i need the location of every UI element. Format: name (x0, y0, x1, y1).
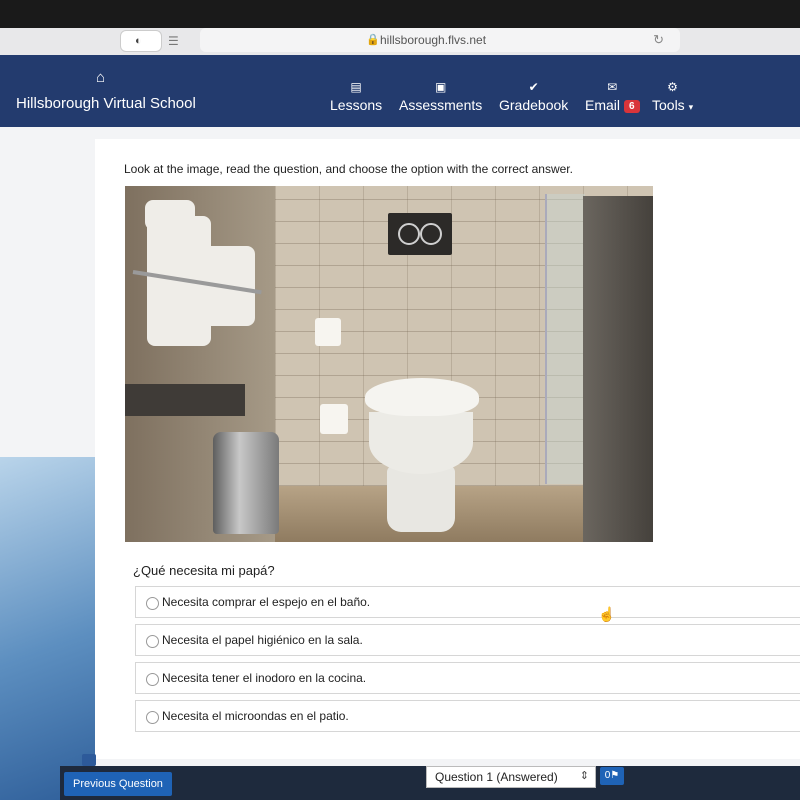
answer-option[interactable]: Necesita el papel higiénico en la sala. (135, 624, 800, 656)
option-label: Necesita tener el inodoro en la cocina. (162, 671, 367, 685)
question-select[interactable]: Question 1 (Answered) ⇕ (426, 766, 596, 788)
answer-option[interactable]: Necesita comprar el espejo en el baño. (135, 586, 800, 618)
nav-gradebook-label: Gradebook (499, 97, 569, 113)
radio-button[interactable] (146, 597, 159, 610)
nav-tools[interactable]: ⚙ Tools ▾ (652, 77, 693, 113)
shield-icon: ◐ (135, 35, 142, 47)
book-icon: ▤ (350, 80, 362, 94)
toilet-paper-roll (315, 318, 341, 346)
toilet-paper-roll (320, 404, 348, 434)
radio-button[interactable] (146, 635, 159, 648)
site-navbar: ⌂ Hillsborough Virtual School ▤ Lessons … (0, 55, 800, 127)
flush-plate (388, 213, 452, 255)
flag-icon: ⚑ (610, 770, 620, 781)
home-icon[interactable]: ⌂ (96, 69, 105, 86)
previous-question-button[interactable]: Previous Question (64, 772, 172, 796)
select-arrows-icon: ⇕ (579, 770, 589, 782)
gear-icon: ⚙ (667, 80, 678, 94)
school-name[interactable]: Hillsborough Virtual School (16, 95, 196, 112)
address-bar[interactable]: 🔒 hillsborough.flvs.net ↻ (200, 28, 680, 52)
door (583, 196, 653, 542)
nav-email[interactable]: ✉ Email 6 (585, 77, 640, 113)
toilet-bowl (369, 412, 473, 474)
shower-glass (545, 194, 585, 484)
background-graphic (0, 457, 95, 800)
toilet-base (387, 466, 455, 532)
answer-option[interactable]: Necesita el microondas en el patio. (135, 700, 800, 732)
email-count-badge: 6 (624, 100, 640, 113)
question-text: ¿Qué necesita mi papá? (133, 563, 275, 578)
chevron-down-icon: ▾ (688, 102, 694, 112)
radio-button[interactable] (146, 673, 159, 686)
nav-assessments-label: Assessments (399, 97, 483, 113)
privacy-button[interactable]: ◐ (120, 30, 162, 52)
option-label: Necesita el papel higiénico en la sala. (162, 633, 363, 647)
nav-lessons-label: Lessons (330, 97, 383, 113)
scroll-tab[interactable] (82, 754, 96, 766)
flag-button[interactable]: 0⚑ (600, 767, 624, 785)
towel (145, 200, 195, 230)
answer-option[interactable]: Necesita tener el inodoro en la cocina. (135, 662, 800, 694)
lock-icon: 🔒 (366, 34, 380, 46)
nav-tools-label: Tools (652, 97, 685, 113)
nav-gradebook[interactable]: ✔ Gradebook (499, 77, 568, 113)
check-icon: ✔ (528, 80, 539, 94)
toilet-lid (365, 378, 479, 416)
url-text: hillsborough.flvs.net (380, 33, 487, 47)
bathroom-image (125, 186, 653, 542)
reader-icon[interactable]: ☰ (168, 34, 179, 48)
radio-button[interactable] (146, 711, 159, 724)
envelope-icon: ✉ (607, 80, 618, 94)
nav-assessments[interactable]: ▣ Assessments (399, 77, 482, 113)
shelf (125, 384, 245, 416)
inbox-icon: ▣ (434, 80, 447, 94)
trash-bin (213, 432, 279, 534)
reload-icon[interactable]: ↻ (653, 32, 664, 48)
option-label: Necesita el microondas en el patio. (162, 709, 349, 723)
hand-cursor-icon: ☝ (598, 606, 616, 622)
option-label: Necesita comprar el espejo en el baño. (162, 595, 371, 609)
nav-lessons[interactable]: ▤ Lessons (330, 77, 382, 113)
nav-email-label: Email (585, 97, 621, 113)
instructions: Look at the image, read the question, an… (124, 162, 573, 176)
browser-toolbar: ◐ ☰ 🔒 hillsborough.flvs.net ↻ (0, 28, 800, 55)
question-select-value: Question 1 (Answered) (435, 770, 558, 784)
